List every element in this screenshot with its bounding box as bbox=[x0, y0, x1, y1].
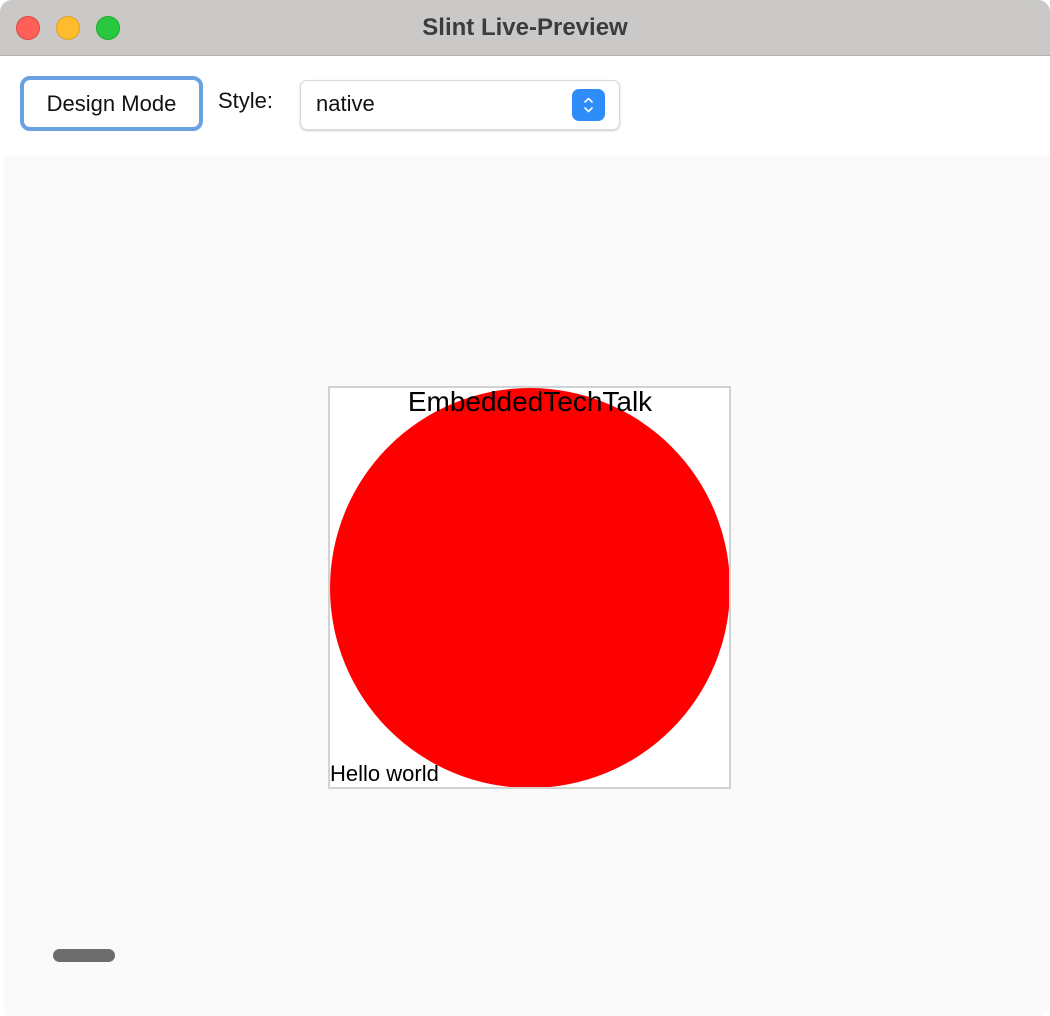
title-bar[interactable]: Slint Live-Preview bbox=[0, 0, 1050, 56]
style-label: Style: bbox=[218, 88, 274, 113]
preview-title-text[interactable]: EmbeddedTechTalk bbox=[330, 388, 729, 416]
preview-frame[interactable]: EmbeddedTechTalk Hello world bbox=[328, 386, 731, 789]
toolbar: Design Mode Style: native bbox=[0, 56, 1050, 156]
window-title: Slint Live-Preview bbox=[422, 14, 628, 41]
app-window: Slint Live-Preview Design Mode Style: na… bbox=[0, 0, 1050, 1016]
design-mode-button[interactable]: Design Mode bbox=[20, 76, 203, 131]
preview-canvas[interactable]: EmbeddedTechTalk Hello world bbox=[4, 156, 1050, 1016]
style-select-value: native bbox=[316, 91, 375, 116]
style-select[interactable]: native bbox=[300, 80, 620, 130]
chevron-updown-icon[interactable] bbox=[572, 89, 605, 121]
chevron-updown-icon-glyph bbox=[584, 97, 593, 113]
preview-hello-text[interactable]: Hello world bbox=[330, 762, 439, 786]
red-circle[interactable] bbox=[330, 388, 729, 787]
scrollbar-handle[interactable] bbox=[53, 949, 115, 962]
